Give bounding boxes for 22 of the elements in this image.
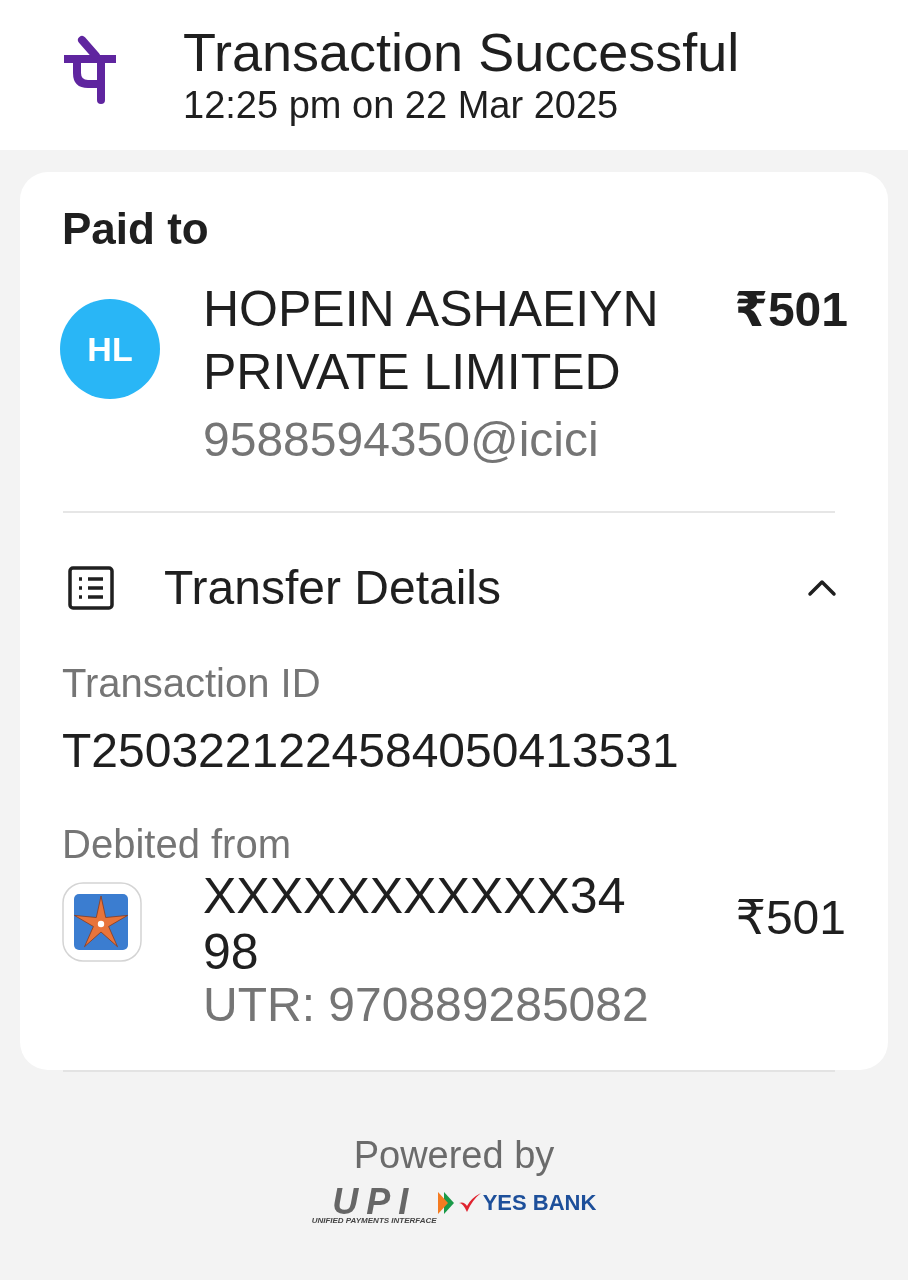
arrow-icon	[437, 1192, 454, 1214]
debited-amount: ₹501	[735, 890, 846, 946]
brand-logo-icon	[64, 34, 116, 106]
upi-id: 9588594350@icici	[203, 412, 599, 468]
paid-amount: ₹501	[734, 282, 848, 338]
payee-name: HOPEIN ASHAEIYN PRIVATE LIMITED	[203, 280, 660, 402]
field-value: T2503221224584050413531	[62, 723, 679, 779]
bank-wordmark: YES BANK	[482, 1190, 597, 1216]
section-heading: Paid to	[62, 203, 209, 255]
upi-tagline: UNIFIED PAYMENTS INTERFACE	[311, 1216, 437, 1226]
account-number: XXXXXXXXXXX3498	[203, 868, 627, 980]
field-label: Transaction ID	[62, 660, 321, 707]
list-icon	[68, 566, 114, 610]
star-tile-icon	[62, 882, 142, 962]
initials-avatar: HL	[60, 299, 160, 399]
screen-title: Transaction Successful	[183, 22, 740, 82]
upi-wordmark: UPI	[332, 1188, 417, 1216]
transaction-timestamp: 12:25 pm on 22 Mar 2025	[183, 83, 619, 128]
field-label: Debited from	[62, 821, 291, 868]
utr-number: UTR: 970889285082	[203, 980, 649, 1030]
transfer-details-toggle[interactable]: Transfer Details	[62, 538, 852, 638]
powered-by-label: Powered by	[353, 1133, 555, 1178]
